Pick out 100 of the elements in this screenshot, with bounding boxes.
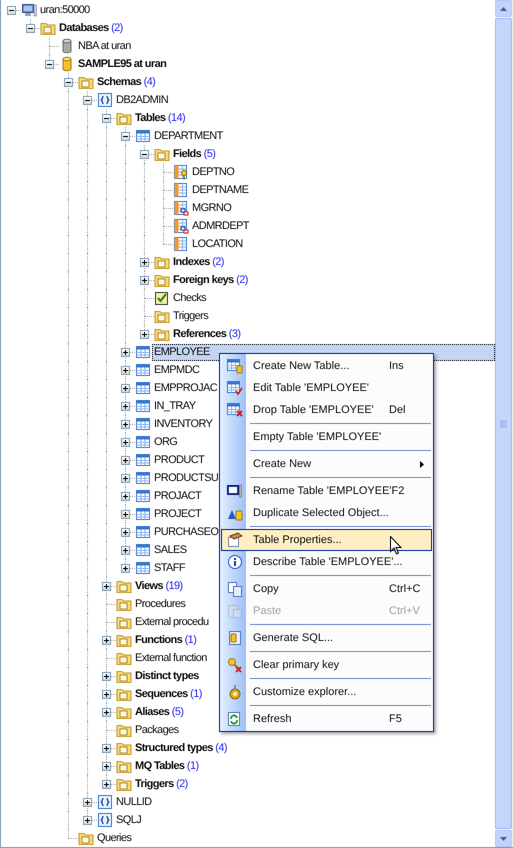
tree-item[interactable]: LOCATION	[190, 236, 245, 252]
menu-item[interactable]: Drop Table 'EMPLOYEE' Del	[221, 399, 432, 421]
collapse-button[interactable]	[7, 6, 16, 14]
tree-item[interactable]: Functions (1)	[133, 632, 198, 648]
tree-item[interactable]: Fields (5)	[171, 146, 218, 162]
menu-item[interactable]: Edit Table 'EMPLOYEE'	[221, 377, 432, 399]
expand-button[interactable]	[121, 546, 130, 554]
expand-button[interactable]	[121, 456, 130, 464]
tree-item[interactable]: DEPARTMENT	[152, 128, 225, 144]
tree-item[interactable]: DEPTNO	[190, 164, 236, 180]
collapse-button[interactable]	[121, 132, 130, 140]
expand-button[interactable]	[121, 510, 130, 518]
tree-item[interactable]: Checks	[171, 290, 208, 306]
tree-item[interactable]: Tables (14)	[133, 110, 188, 126]
menu-item[interactable]: Duplicate Selected Object...	[221, 502, 432, 524]
menu-item[interactable]: Table Properties...	[221, 529, 432, 551]
expand-button[interactable]	[102, 744, 111, 752]
expand-button[interactable]	[83, 816, 92, 824]
tree-item[interactable]: Indexes (2)	[171, 254, 226, 270]
tree-item[interactable]: Procedures	[133, 596, 188, 612]
schema-icon	[97, 794, 113, 810]
tree-item[interactable]: Foreign keys (2)	[171, 272, 250, 288]
expand-button[interactable]	[121, 348, 130, 356]
tree-item[interactable]: DEPTNAME	[190, 182, 250, 198]
tree-item[interactable]: Views (19)	[133, 578, 185, 594]
tree-item[interactable]: STAFF	[152, 560, 188, 576]
tree-item[interactable]: MQ Tables (1)	[133, 758, 201, 774]
tree-item[interactable]: SQLJ	[114, 812, 144, 828]
scroll-up-button[interactable]	[495, 0, 512, 17]
expand-button[interactable]	[121, 564, 130, 572]
tree-item[interactable]: Triggers	[171, 308, 210, 324]
tree-item[interactable]: EMPMDC	[152, 362, 202, 378]
folder-icon	[154, 308, 170, 324]
tree-item[interactable]: INVENTORY	[152, 416, 214, 432]
tree-item[interactable]: PROJECT	[152, 506, 204, 522]
expand-button[interactable]	[121, 402, 130, 410]
menu-item[interactable]: Rename Table 'EMPLOYEE'F2	[221, 480, 432, 502]
collapse-button[interactable]	[26, 24, 35, 32]
expand-button[interactable]	[140, 330, 149, 338]
tree-item[interactable]: Aliases (5)	[133, 704, 186, 720]
menu-item[interactable]: Customize explorer...	[221, 681, 432, 703]
collapse-button[interactable]	[140, 150, 149, 158]
expand-button[interactable]	[140, 276, 149, 284]
scroll-down-button[interactable]	[495, 830, 512, 847]
tree-item[interactable]: PROJACT	[152, 488, 204, 504]
tree-item[interactable]: DB2ADMIN	[114, 92, 170, 108]
tree-item[interactable]: External procedu	[133, 614, 211, 630]
menu-item[interactable]: Refresh F5	[221, 708, 432, 730]
expand-button[interactable]	[121, 438, 130, 446]
tree-item[interactable]: EMPPROJAC	[152, 380, 220, 396]
tree-item[interactable]: PRODUCT	[152, 452, 206, 468]
menu-item[interactable]: Empty Table 'EMPLOYEE'	[221, 426, 432, 448]
tree-item[interactable]: Packages	[133, 722, 181, 738]
menu-item[interactable]: Describe Table 'EMPLOYEE'...	[221, 551, 432, 573]
tree-item[interactable]: PRODUCTSU	[152, 470, 220, 486]
table-icon	[135, 524, 151, 540]
collapse-button[interactable]	[45, 60, 54, 68]
tree-item[interactable]: uran:50000	[38, 2, 92, 18]
expand-button[interactable]	[102, 762, 111, 770]
tree-item[interactable]: References (3)	[171, 326, 242, 342]
expand-button[interactable]	[121, 366, 130, 374]
collapse-button[interactable]	[64, 78, 73, 86]
tree-item[interactable]: ADMRDEPT	[190, 218, 251, 234]
menu-item[interactable]: Generate SQL...	[221, 627, 432, 649]
tree-item[interactable]: IN_TRAY	[152, 398, 198, 414]
tree-item[interactable]: Triggers (2)	[133, 776, 190, 792]
checkbox-icon	[154, 290, 170, 306]
tree-item[interactable]: Sequences (1)	[133, 686, 204, 702]
expand-button[interactable]	[83, 798, 92, 806]
tree-item[interactable]: PURCHASEO	[152, 524, 220, 540]
expand-button[interactable]	[140, 258, 149, 266]
tree-item[interactable]: External function	[133, 650, 209, 666]
menu-item[interactable]: Create New	[221, 453, 432, 475]
expand-button[interactable]	[121, 384, 130, 392]
tree-item[interactable]: MGRNO	[190, 200, 234, 216]
expand-button[interactable]	[102, 780, 111, 788]
expand-button[interactable]	[102, 690, 111, 698]
tree-item[interactable]: Distinct types	[133, 668, 201, 684]
tree-item[interactable]: NBA at uran	[76, 38, 133, 54]
tree-item[interactable]: SALES	[152, 542, 188, 558]
expand-button[interactable]	[102, 636, 111, 644]
tree-item[interactable]: Databases (2)	[57, 20, 125, 36]
menu-item[interactable]: Copy Ctrl+C	[221, 578, 432, 600]
expand-button[interactable]	[102, 582, 111, 590]
collapse-button[interactable]	[102, 114, 111, 122]
tree-item[interactable]: ORG	[152, 434, 180, 450]
tree-item[interactable]: Schemas (4)	[95, 74, 158, 90]
menu-item[interactable]: Clear primary key	[221, 654, 432, 676]
tree-item[interactable]: NULLID	[114, 794, 154, 810]
plus-icon	[142, 278, 147, 282]
collapse-button[interactable]	[83, 96, 92, 104]
expand-button[interactable]	[121, 474, 130, 482]
expand-button[interactable]	[121, 492, 130, 500]
expand-button[interactable]	[102, 672, 111, 680]
expand-button[interactable]	[121, 420, 130, 428]
tree-item[interactable]: Queries	[95, 830, 134, 846]
tree-item[interactable]: Structured types (4)	[133, 740, 229, 756]
expand-button[interactable]	[121, 528, 130, 536]
tree-item[interactable]: SAMPLE95 at uran	[76, 56, 168, 72]
expand-button[interactable]	[102, 708, 111, 716]
